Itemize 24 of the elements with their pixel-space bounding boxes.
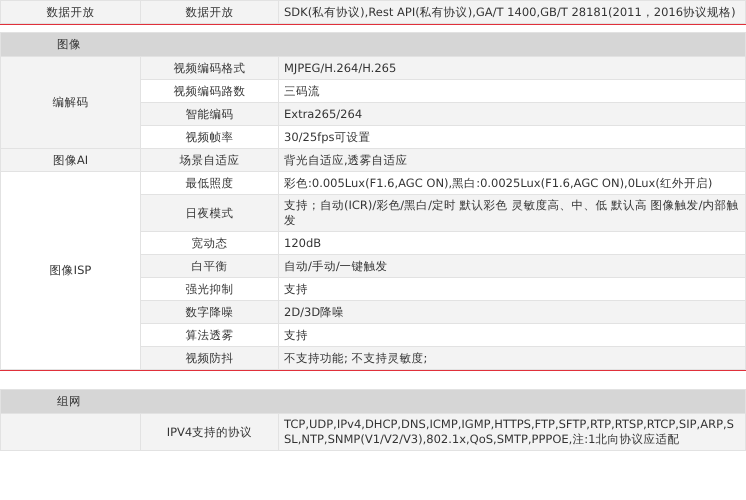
value-cell: TCP,UDP,IPv4,DHCP,DNS,ICMP,IGMP,HTTPS,FTP,SFTP,RTP,RTSP,RTCP,SIP,ARP,SSL,NTP,SNMP(V1/V2/V3),802.1x,QoS,SMTP,PPPOE,注:1北向协议应适配 [278,414,746,450]
value-cell: 2D/3D降噪 [278,300,746,324]
value-cell: 支持；自动(ICR)/彩色/黑白/定时 默认彩色 灵敏度高、中、低 默认高 图像触发/内部触发 [278,194,746,232]
item-cell: 场景自适应 [140,148,278,172]
value-cell: Extra265/264 [278,102,746,126]
item-cell: 数据开放 [140,0,278,24]
value-cell: 自动/手动/一键触发 [278,254,746,278]
item-cell: IPV4支持的协议 [140,414,278,450]
category-cell: 编解码 [0,56,140,148]
value-cell: 不支持功能; 不支持灵敏度; [278,346,746,370]
value-cell: 背光自适应,透雾自适应 [278,148,746,172]
category-cell: 图像AI [0,148,140,172]
category-cell: 图像ISP [0,172,140,370]
section-header: 组网 [0,390,746,414]
category-cell: 数据开放 [0,0,140,24]
item-cell: 数字降噪 [140,300,278,324]
value-cell: MJPEG/H.264/H.265 [278,56,746,80]
item-cell: 视频编码格式 [140,56,278,80]
item-cell: 白平衡 [140,254,278,278]
item-cell: 视频防抖 [140,346,278,370]
item-cell: 智能编码 [140,102,278,126]
item-cell: 日夜模式 [140,194,278,232]
section-header: 图像 [0,32,746,56]
value-cell: SDK(私有协议),Rest API(私有协议),GA/T 1400,GB/T 28181(2011，2016协议规格) [278,0,746,24]
